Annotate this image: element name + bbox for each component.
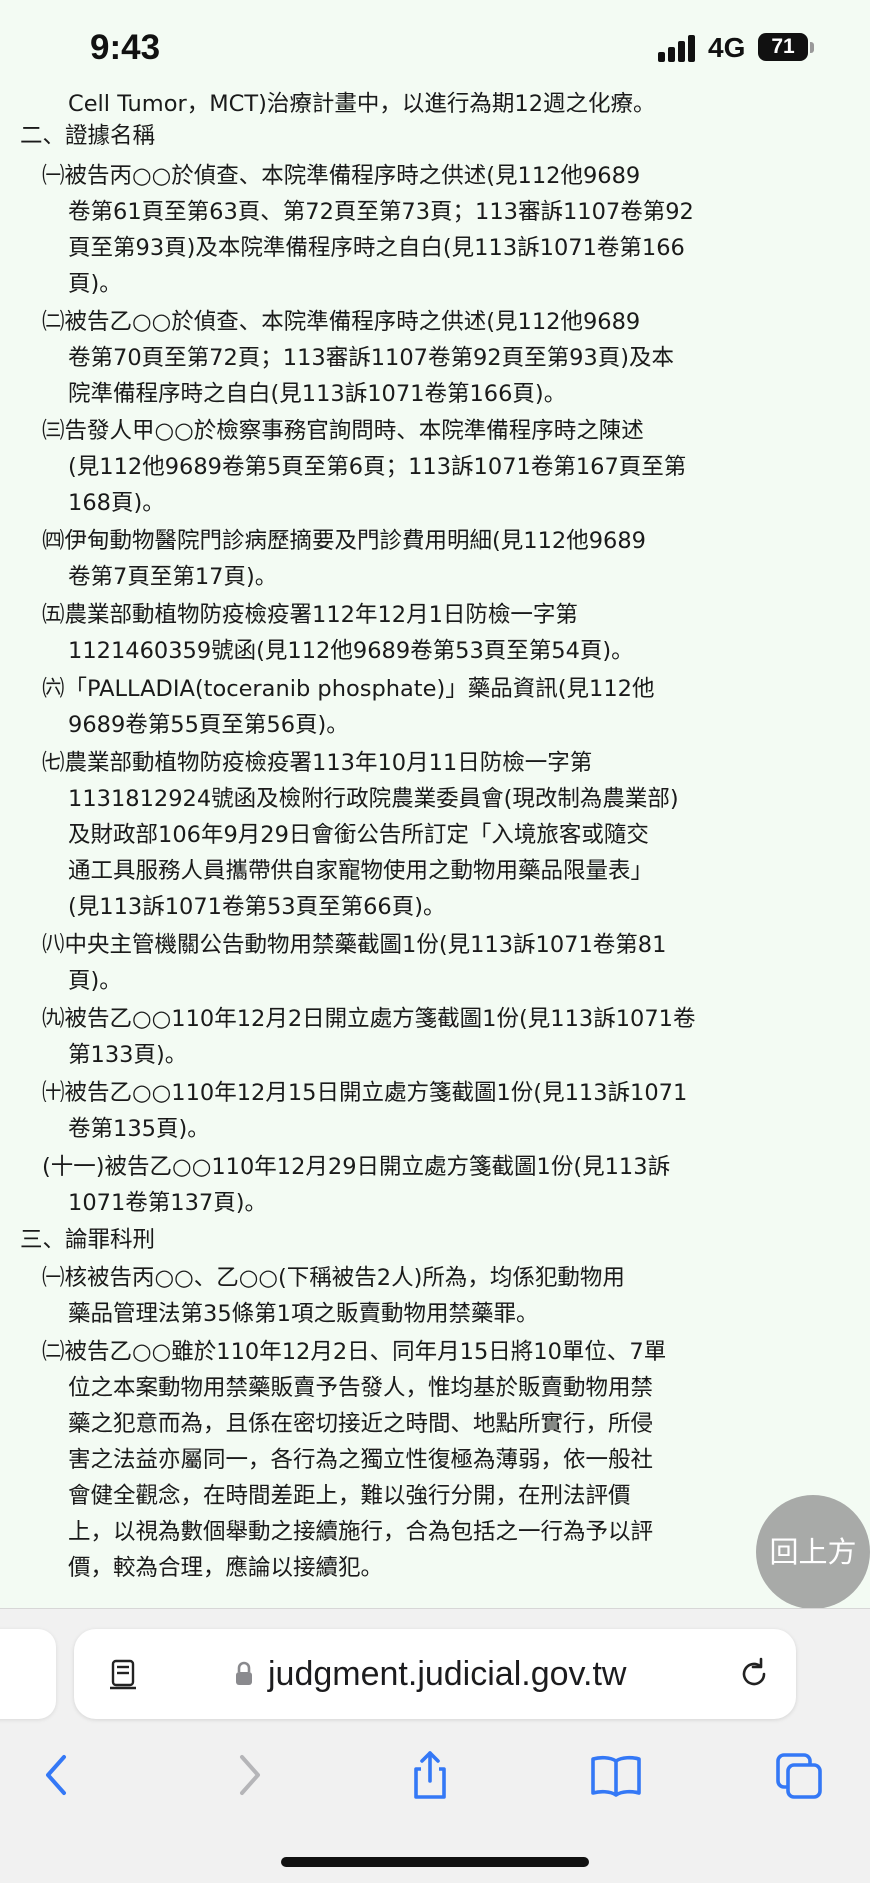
evidence-item: ㈨被告乙○○110年12月2日開立處方箋截圖1份(見113訴1071卷 <box>42 1006 696 1032</box>
doc-line: 第133頁)。 <box>68 1042 188 1068</box>
doc-line: Cell Tumor，MCT)治療計畫中，以進行為期12週之化療。 <box>68 91 656 117</box>
doc-line: 害之法益亦屬同一，各行為之獨立性復極為薄弱，依一般社 <box>68 1447 654 1473</box>
doc-line: 頁至第93頁)及本院準備程序時之自白(見113訴1071卷第166 <box>68 235 685 261</box>
back-to-top-button[interactable]: 回上方 <box>756 1495 870 1609</box>
doc-line: 卷第70頁至第72頁；113審訴1107卷第92頁至第93頁)及本 <box>68 345 675 371</box>
doc-line: 上，以視為數個舉動之接續施行，合為包括之一行為予以評 <box>68 1519 654 1545</box>
doc-line: 卷第61頁至第63頁、第72頁至第73頁；113審訴1107卷第92 <box>68 199 694 225</box>
doc-line: 藥之犯意而為，且係在密切接近之時間、地點所實行，所侵 <box>68 1411 654 1437</box>
doc-line: 頁)。 <box>68 968 122 994</box>
previous-tab-peek[interactable] <box>0 1629 56 1719</box>
doc-line: 1121460359號函(見112他9689卷第53頁至第54頁)。 <box>68 638 634 664</box>
network-type: 4G <box>708 32 746 63</box>
evidence-item: ㈦農業部動植物防疫檢疫署113年10月11日防檢一字第 <box>42 750 593 776</box>
doc-line: 168頁)。 <box>68 490 165 516</box>
doc-line: (見112他9689卷第5頁至第6頁；113訴1071卷第167頁至第 <box>68 454 687 480</box>
doc-line: 院準備程序時之自白(見113訴1071卷第166頁)。 <box>68 381 567 407</box>
reload-icon[interactable] <box>734 1654 774 1694</box>
evidence-item: ㈣伊甸動物醫院門診病歷摘要及門診費用明細(見112他9689 <box>42 528 646 554</box>
bookmarks-icon[interactable] <box>588 1747 644 1803</box>
section-heading: 二、證據名稱 <box>20 123 156 149</box>
share-icon[interactable] <box>402 1747 458 1803</box>
battery-nub <box>810 42 814 53</box>
lock-icon <box>236 1661 252 1685</box>
reasoning-item: ㈠核被告丙○○、乙○○(下稱被告2人)所為，均係犯動物用 <box>42 1265 625 1291</box>
evidence-item: ㈧中央主管機關公告動物用禁藥截圖1份(見113訴1071卷第81 <box>42 932 667 958</box>
home-indicator <box>281 1857 589 1867</box>
doc-line: (見113訴1071卷第53頁至第66頁)。 <box>68 894 446 920</box>
status-bar: 9:43 4G 71 <box>0 0 870 90</box>
address-bar[interactable]: judgment.judicial.gov.tw <box>74 1629 796 1719</box>
judgment-document: Cell Tumor，MCT)治療計畫中，以進行為期12週之化療。 二、證據名稱… <box>0 86 870 1606</box>
doc-line: 位之本案動物用禁藥販賣予告發人，惟均基於販賣動物用禁 <box>68 1375 654 1401</box>
doc-line: 頁)。 <box>68 271 122 297</box>
doc-line: 及財政部106年9月29日會銜公告所訂定「入境旅客或隨交 <box>68 822 649 848</box>
doc-line: 1131812924號函及檢附行政院農業委員會(現改制為農業部) <box>68 786 679 812</box>
forward-icon[interactable] <box>220 1747 276 1803</box>
evidence-item: (十一)被告乙○○110年12月29日開立處方箋截圖1份(見113訴 <box>42 1154 671 1180</box>
doc-line: 卷第7頁至第17頁)。 <box>68 564 278 590</box>
tabs-icon[interactable] <box>772 1747 828 1803</box>
doc-line: 價，較為合理，應論以接續犯。 <box>68 1555 384 1581</box>
section-heading: 三、論罪科刑 <box>20 1227 156 1253</box>
reader-icon[interactable] <box>104 1654 144 1694</box>
evidence-item: ㈡被告乙○○於偵查、本院準備程序時之供述(見112他9689 <box>42 309 641 335</box>
doc-line: 9689卷第55頁至第56頁)。 <box>68 712 349 738</box>
evidence-item: ㈥「PALLADIA(toceranib phosphate)」藥品資訊(見11… <box>42 676 655 702</box>
signal-icon <box>658 34 698 62</box>
doc-line: 通工具服務人員攜帶供自家寵物使用之動物用藥品限量表」 <box>68 858 654 884</box>
doc-line: 藥品管理法第35條第1項之販賣動物用禁藥罪。 <box>68 1301 539 1327</box>
doc-line: 卷第135頁)。 <box>68 1116 210 1142</box>
clock: 9:43 <box>90 28 161 67</box>
reasoning-item: ㈡被告乙○○雖於110年12月2日、同年月15日將10單位、7單 <box>42 1339 667 1365</box>
doc-line: 1071卷第137頁)。 <box>68 1190 267 1216</box>
doc-line: 會健全觀念，在時間差距上，難以強行分開，在刑法評價 <box>68 1483 631 1509</box>
evidence-item: ㈢告發人甲○○於檢察事務官詢問時、本院準備程序時之陳述 <box>42 418 644 444</box>
back-icon[interactable] <box>30 1747 86 1803</box>
evidence-item: ㈠被告丙○○於偵查、本院準備程序時之供述(見112他9689 <box>42 163 641 189</box>
url-text[interactable]: judgment.judicial.gov.tw <box>268 1649 626 1699</box>
evidence-item: ㈩被告乙○○110年12月15日開立處方箋截圖1份(見113訴1071 <box>42 1080 688 1106</box>
battery-icon: 71 <box>758 33 808 61</box>
browser-toolbar: judgment.judicial.gov.tw <box>0 1608 870 1883</box>
evidence-item: ㈤農業部動植物防疫檢疫署112年12月1日防檢一字第 <box>42 602 578 628</box>
